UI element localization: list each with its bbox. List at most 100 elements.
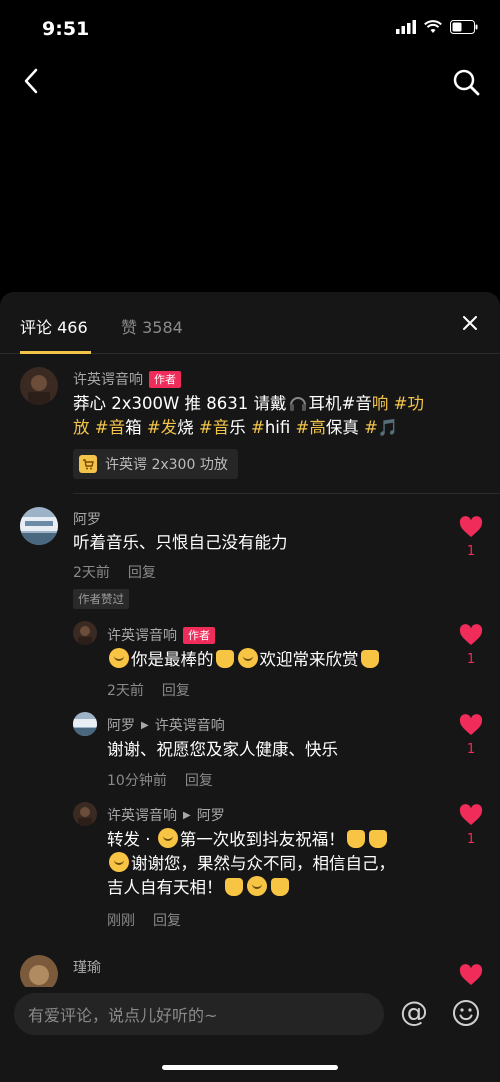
avatar[interactable] xyxy=(20,367,58,405)
hashtag-highlight[interactable]: #功 xyxy=(388,394,424,413)
search-icon xyxy=(453,69,480,96)
reply-arrow-icon: ▶ xyxy=(141,719,149,731)
text-segment: 谢谢您，果然与众不同，相信自己， xyxy=(131,854,395,873)
reply-meta: 2天前 回复 xyxy=(107,680,190,700)
reply-meta: 刚刚 回复 xyxy=(107,910,181,930)
emoji-picker-icon[interactable] xyxy=(452,999,480,1027)
like-count: 1 xyxy=(466,652,476,667)
text-segment: 耳机#音 xyxy=(308,394,372,413)
reply-button[interactable]: 回复 xyxy=(128,565,156,581)
like-button[interactable]: 1 xyxy=(458,804,484,847)
like-button[interactable]: 1 xyxy=(458,516,484,559)
hashtag-highlight[interactable]: #高 xyxy=(290,418,325,437)
status-bar: 9:51 xyxy=(0,0,500,60)
text-segment: 第一次收到抖友祝福！ xyxy=(179,830,345,849)
author-name[interactable]: 瑾瑜 xyxy=(73,957,101,977)
author-name[interactable]: 阿罗 xyxy=(107,715,135,735)
reply-text: 谢谢、祝愿您及家人健康、快乐 xyxy=(107,740,338,759)
shocked-emoji-icon xyxy=(246,876,267,896)
reply-text: 你是最棒的 欢迎常来欣赏 xyxy=(107,648,381,672)
like-button[interactable]: 1 xyxy=(458,624,484,667)
shocked-emoji-icon xyxy=(109,852,129,872)
avatar[interactable] xyxy=(20,507,58,545)
reply-time: 2天前 xyxy=(107,683,144,699)
heart-icon xyxy=(459,516,483,537)
comment-text: 听着音乐、只恨自己没有能力 xyxy=(73,533,288,552)
headphone-emoji-icon xyxy=(289,397,306,411)
like-button[interactable]: 1 xyxy=(458,714,484,757)
status-time: 9:51 xyxy=(42,18,90,40)
text-segment: 莽心 2x300W 推 8631 请戴 xyxy=(73,394,287,413)
top-nav xyxy=(0,60,500,104)
music-note-emoji: 🎵 xyxy=(377,418,399,437)
reply-time: 刚刚 xyxy=(107,913,135,929)
author-name[interactable]: 许英谔音响 xyxy=(107,625,177,645)
clapping-emoji-icon xyxy=(346,830,365,848)
author-badge: 作者 xyxy=(183,626,215,644)
author-name[interactable]: 阿罗 xyxy=(73,509,101,529)
like-count: 1 xyxy=(466,544,476,559)
hashtag-highlight[interactable]: 放 xyxy=(73,418,90,437)
reply-to-name[interactable]: 许英谔音响 xyxy=(155,715,225,735)
text-segment: 转发 · xyxy=(107,830,156,849)
tab-likes[interactable]: 赞 3584 xyxy=(121,314,183,338)
text-segment: 欢迎常来欣赏 xyxy=(259,650,359,669)
text-segment: 乐 xyxy=(229,418,246,437)
product-link[interactable]: 许英谔 2x300 功放 xyxy=(73,449,238,479)
author-name[interactable]: 许英谔音响 xyxy=(73,369,143,389)
reply-author: 阿罗 ▶ 许英谔音响 xyxy=(107,715,225,735)
close-button[interactable] xyxy=(460,313,480,333)
shopping-cart-icon xyxy=(79,455,97,473)
hashtag-highlight[interactable]: # xyxy=(359,418,378,437)
thumbs-up-emoji-icon xyxy=(368,830,387,848)
text-segment: 烧 xyxy=(177,418,194,437)
text-segment: 保真 xyxy=(325,418,359,437)
text-segment: 你是最棒的 xyxy=(131,650,214,669)
battery-icon xyxy=(450,20,478,34)
wifi-icon xyxy=(424,20,442,33)
avatar[interactable] xyxy=(73,712,97,736)
avatar[interactable] xyxy=(73,621,97,645)
clapping-emoji-icon xyxy=(360,650,379,668)
reply-author: 许英谔音响 作者 xyxy=(107,625,215,645)
like-count: 1 xyxy=(466,832,476,847)
hashtag-highlight[interactable]: # xyxy=(246,418,265,437)
divider xyxy=(73,493,500,494)
close-icon xyxy=(463,316,477,330)
signal-icon xyxy=(396,20,416,34)
reply-button[interactable]: 回复 xyxy=(162,683,190,699)
author-liked-badge: 作者赞过 xyxy=(73,589,129,609)
back-button[interactable] xyxy=(16,64,46,98)
chevron-left-icon xyxy=(24,68,38,94)
text-segment: 箱 xyxy=(125,418,142,437)
heart-icon xyxy=(459,624,483,645)
hashtag-highlight[interactable]: #音 xyxy=(194,418,229,437)
avatar[interactable] xyxy=(73,802,97,826)
status-icons xyxy=(396,20,478,34)
mention-button[interactable]: @ xyxy=(398,997,430,1029)
comment-author: 阿罗 xyxy=(73,509,101,529)
heart-icon xyxy=(459,714,483,735)
heart-icon xyxy=(459,964,483,985)
like-count: 1 xyxy=(466,742,476,757)
comment-time: 2天前 xyxy=(73,565,110,581)
hashtag-highlight[interactable]: 响 xyxy=(372,394,389,413)
comment-input[interactable]: 有爱评论，说点儿好听的~ xyxy=(14,993,384,1035)
reply-meta: 10分钟前 回复 xyxy=(107,770,213,790)
comment-tabs: 评论 466 赞 3584 xyxy=(0,292,500,354)
tab-active-underline xyxy=(20,351,91,354)
author-name[interactable]: 许英谔音响 xyxy=(107,805,177,825)
shocked-emoji-icon xyxy=(237,648,258,668)
hashtag-highlight[interactable]: #发 xyxy=(142,418,177,437)
thumbs-up-emoji-icon xyxy=(224,878,243,896)
hashtag-highlight[interactable]: #音 xyxy=(90,418,125,437)
home-indicator[interactable] xyxy=(162,1065,338,1070)
reply-to-name[interactable]: 阿罗 xyxy=(197,805,225,825)
tab-comments[interactable]: 评论 466 xyxy=(20,314,88,338)
comment-author: 许英谔音响 作者 xyxy=(73,369,181,389)
reply-button[interactable]: 回复 xyxy=(153,913,181,929)
comment-text: 莽心 2x300W 推 8631 请戴 耳机#音响 #功 放 #音箱 #发烧 #音… xyxy=(73,392,433,440)
text-segment: hifi xyxy=(264,418,291,437)
search-button[interactable] xyxy=(448,64,484,100)
reply-button[interactable]: 回复 xyxy=(185,773,213,789)
